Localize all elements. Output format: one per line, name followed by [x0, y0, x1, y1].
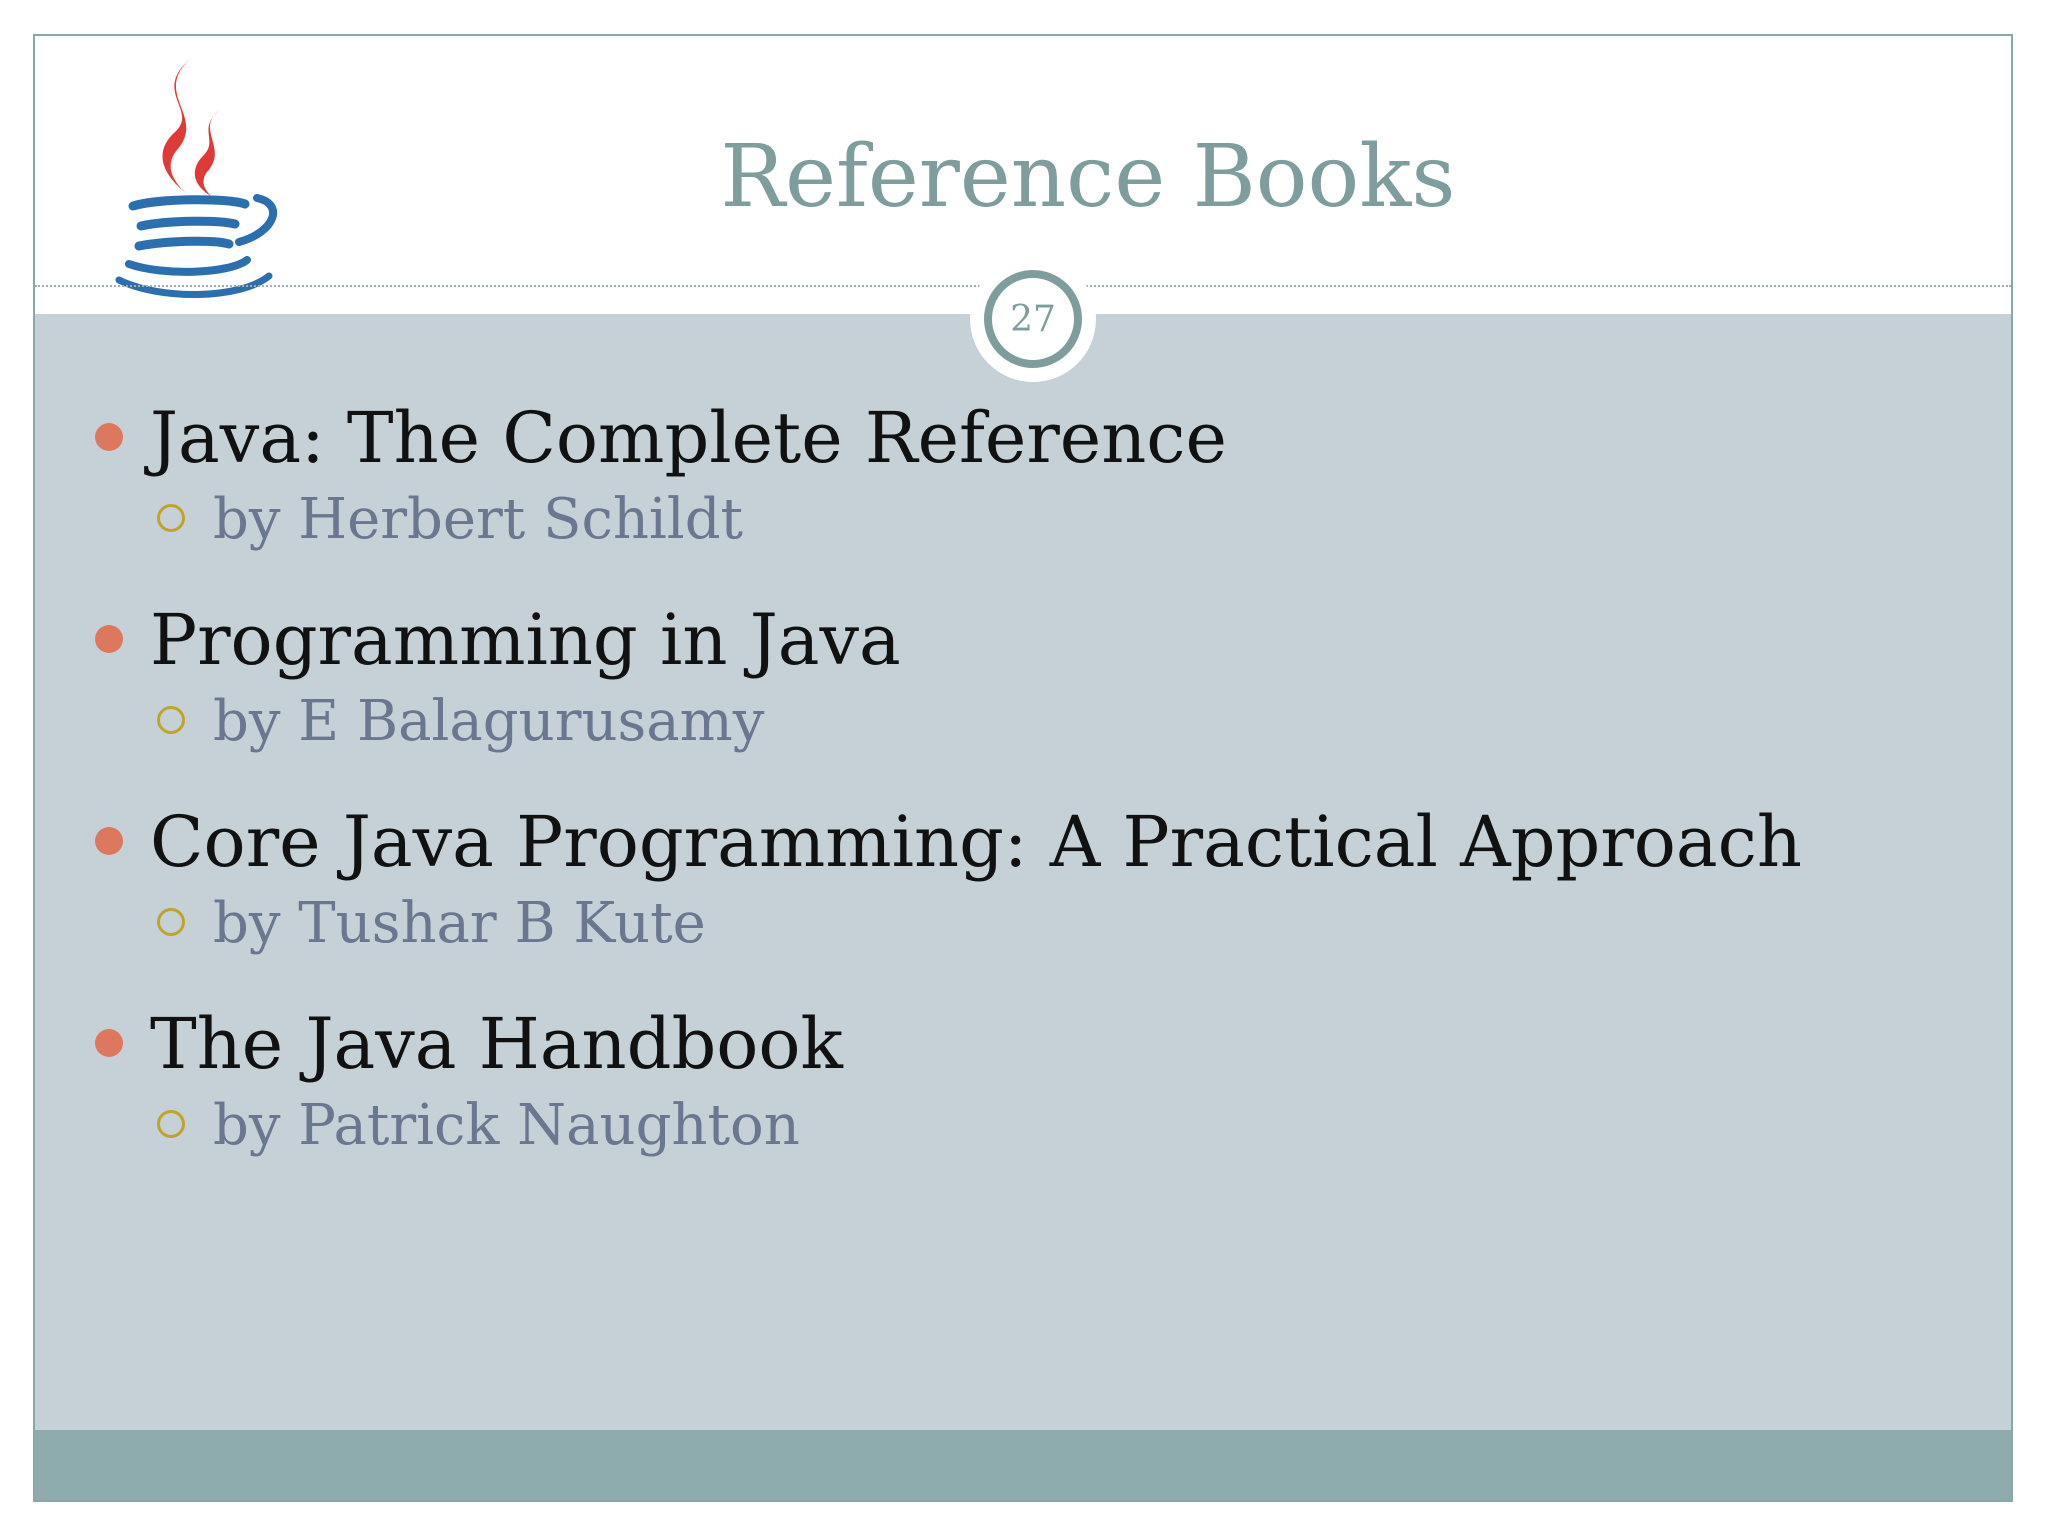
- sub-bullet-ring-icon: [157, 1110, 185, 1138]
- book-title: Core Java Programming: A Practical Appro…: [150, 801, 1802, 883]
- reference-book-list: Java: The Complete Reference by Herbert …: [35, 392, 2011, 1200]
- bullet-dot-icon: [95, 423, 123, 451]
- bullet-dot-icon: [95, 1029, 123, 1057]
- page-number: 27: [984, 270, 1082, 368]
- page-number-badge: 27: [970, 256, 1096, 382]
- footer-bar: [35, 1430, 2011, 1500]
- slide: Reference Books 27 Java: The Complete Re…: [33, 34, 2013, 1502]
- book-author: by Herbert Schildt: [213, 487, 744, 552]
- sub-bullet-ring-icon: [157, 504, 185, 532]
- bullet-dot-icon: [95, 625, 123, 653]
- sub-bullet-ring-icon: [157, 908, 185, 936]
- bullet-dot-icon: [95, 827, 123, 855]
- book-title: The Java Handbook: [150, 1003, 843, 1085]
- book-title: Java: The Complete Reference: [150, 397, 1227, 479]
- page-title: Reference Books: [720, 127, 1456, 227]
- list-item: The Java Handbook by Patrick Naughton: [35, 998, 2011, 1200]
- sub-bullet-ring-icon: [157, 706, 185, 734]
- book-author: by Patrick Naughton: [213, 1093, 800, 1158]
- book-author: by E Balagurusamy: [213, 689, 765, 754]
- book-title: Programming in Java: [150, 599, 901, 681]
- list-item: Core Java Programming: A Practical Appro…: [35, 796, 2011, 998]
- list-item: Programming in Java by E Balagurusamy: [35, 594, 2011, 796]
- list-item: Java: The Complete Reference by Herbert …: [35, 392, 2011, 594]
- book-author: by Tushar B Kute: [213, 891, 706, 956]
